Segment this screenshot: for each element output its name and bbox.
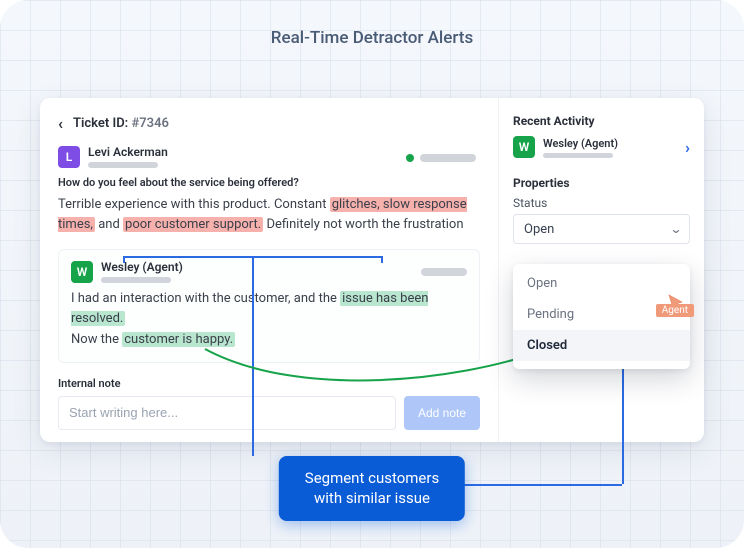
skeleton-bar [88,162,158,168]
status-option-closed[interactable]: Closed [513,330,690,361]
recent-activity-heading: Recent Activity [513,114,690,128]
ticket-sidebar: Recent Activity W Wesley (Agent) › Prope… [498,98,704,442]
skeleton-bar [421,268,467,276]
status-select-value: Open [524,222,554,237]
highlight-positive: customer is happy. [122,332,235,347]
page-title: Real-Time Detractor Alerts [0,28,744,48]
status-select[interactable]: Open ⌄ [513,214,690,244]
skeleton-bar [420,154,476,162]
ticket-id-label: Ticket ID: #7346 [73,116,169,131]
add-note-button[interactable]: Add note [404,396,480,430]
agent-avatar: W [71,261,93,283]
survey-question: How do you feel about the service being … [58,176,480,189]
customer-avatar: L [58,146,80,168]
recent-activity-item[interactable]: W Wesley (Agent) › [513,136,690,158]
status-indicator [406,154,476,162]
agent-avatar: W [513,136,535,158]
status-label: Status [513,196,690,210]
ticket-card: ‹ Ticket ID: #7346 L Levi Ackerman [40,98,704,442]
internal-note-label: Internal note [58,377,480,390]
segment-callout: Segment customers with similar issue [279,456,465,521]
internal-note-section: Internal note Add note [58,377,480,430]
agent-reply-body: I had an interaction with the customer, … [71,289,467,349]
back-button[interactable]: ‹ [58,114,63,133]
internal-note-input[interactable] [58,396,396,430]
online-dot-icon [406,154,414,162]
ticket-main: ‹ Ticket ID: #7346 L Levi Ackerman [40,98,498,442]
highlight-negative: poor customer support. [123,217,263,232]
chevron-down-icon: ⌄ [669,222,682,236]
agent-name: Wesley (Agent) [543,137,677,150]
customer-name: Levi Ackerman [88,145,168,159]
customer-message: L Levi Ackerman How do you feel about th… [58,145,480,235]
agent-reply: W Wesley (Agent) I had an interaction wi… [58,249,480,362]
status-option-open[interactable]: Open [513,268,690,299]
properties-heading: Properties [513,176,690,190]
agent-name: Wesley (Agent) [101,260,183,274]
skeleton-bar [101,277,171,283]
skeleton-bar [543,153,613,158]
cursor-agent-badge: Agent [656,304,694,317]
chevron-right-icon[interactable]: › [685,138,690,157]
customer-feedback-body: Terrible experience with this product. C… [58,195,480,235]
